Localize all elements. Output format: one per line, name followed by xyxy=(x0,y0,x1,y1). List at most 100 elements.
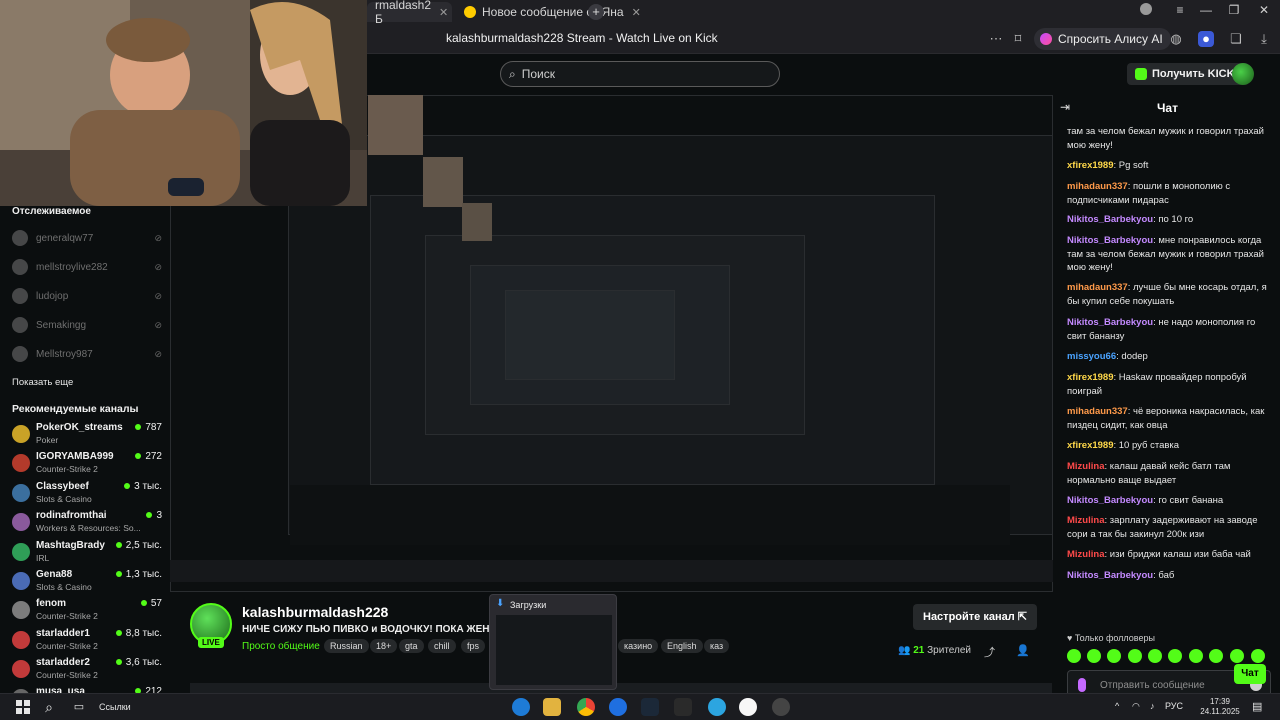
chat-username[interactable]: Nikitos_Barbekyou xyxy=(1067,214,1153,225)
emote-icon[interactable] xyxy=(1168,649,1182,663)
sidebar-item-recommended[interactable]: starladder1 Counter-Strike 2 8,8 тыс. xyxy=(12,628,162,656)
tab-message[interactable]: Новое сообщение от Яна ✕ xyxy=(456,2,649,22)
microphone-icon[interactable] xyxy=(1078,678,1086,692)
sidebar-item-recommended[interactable]: MashtagBrady IRL 2,5 тыс. xyxy=(12,540,162,568)
globe-icon[interactable]: ◍ xyxy=(1168,31,1184,47)
chat-message: xfirex1989: Pg soft xyxy=(1067,159,1273,173)
emote-icon[interactable] xyxy=(1230,649,1244,663)
steam-icon[interactable] xyxy=(641,698,659,716)
extension-icon[interactable]: ● xyxy=(1198,31,1214,47)
search-icon[interactable]: ⌕ xyxy=(40,698,58,716)
chat-username[interactable]: Nikitos_Barbekyou xyxy=(1067,495,1153,506)
user-avatar[interactable] xyxy=(1232,63,1254,85)
sidebar-item-recommended[interactable]: Gena88 Slots & Casino 1,3 тыс. xyxy=(12,569,162,597)
stream-tag[interactable]: каз xyxy=(704,639,730,653)
chat-username[interactable]: xfirex1989 xyxy=(1067,160,1113,171)
chat-username[interactable]: Nikitos_Barbekyou xyxy=(1067,317,1153,328)
chat-username[interactable]: mihadaun337 xyxy=(1067,406,1128,417)
emote-icon[interactable] xyxy=(1251,649,1265,663)
get-kicks-button[interactable]: Получить KICKs xyxy=(1127,63,1249,85)
file-explorer-icon[interactable] xyxy=(543,698,561,716)
emote-icon[interactable] xyxy=(1189,649,1203,663)
stream-tag[interactable]: English xyxy=(661,639,703,653)
maximize-icon[interactable]: ❐ xyxy=(1220,3,1248,17)
follow-user-icon[interactable]: 👤 xyxy=(1016,644,1030,657)
notifications-icon[interactable]: ≡ xyxy=(1166,3,1194,17)
emote-icon[interactable] xyxy=(1067,649,1081,663)
chrome-icon[interactable] xyxy=(577,698,595,716)
task-view-icon[interactable]: ▭ xyxy=(70,698,88,716)
chat-username[interactable]: xfirex1989 xyxy=(1067,372,1113,383)
epic-games-icon[interactable] xyxy=(674,698,692,716)
profile-icon[interactable] xyxy=(1133,3,1159,18)
sidebar-item-recommended[interactable]: PokerOK_streams Poker 787 xyxy=(12,422,162,450)
sidebar-item-recommended[interactable]: IGORYAMBA999 Counter-Strike 2 272 xyxy=(12,451,162,479)
chat-username[interactable]: mihadaun337 xyxy=(1067,282,1128,293)
stream-tag[interactable]: Russian xyxy=(324,639,369,653)
downloads-popup[interactable]: ⬇ Загрузки xyxy=(489,594,617,690)
alice-button[interactable]: Спросить Алису AI xyxy=(1034,28,1171,50)
search-input[interactable]: ⌕ Поиск xyxy=(500,61,780,87)
sidebar-item-recommended[interactable]: rodinafromthai Workers & Resources: So...… xyxy=(12,510,162,538)
minimize-icon[interactable]: — xyxy=(1192,3,1220,17)
downloads-icon[interactable]: ⤓ xyxy=(1256,31,1272,47)
emote-icon[interactable] xyxy=(1128,649,1142,663)
stream-tag[interactable]: chill xyxy=(428,639,456,653)
links-toolbar-label[interactable]: Ссылки xyxy=(99,702,131,712)
collapse-chat-icon[interactable]: ⇥ xyxy=(1060,100,1070,114)
stream-tag[interactable]: fps xyxy=(461,639,486,653)
chat-username[interactable]: mihadaun337 xyxy=(1067,181,1128,192)
chat-username[interactable]: Mizulina xyxy=(1067,549,1104,560)
telegram-icon[interactable] xyxy=(708,698,726,716)
more-icon[interactable]: ⋯ xyxy=(988,31,1004,47)
close-icon[interactable]: ✕ xyxy=(439,6,448,19)
sidebar-item-recommended[interactable]: musa_usa 212 xyxy=(12,686,162,693)
bookmark-icon[interactable]: ⌑ xyxy=(1010,31,1026,47)
sidebar-item-followed[interactable]: Semakingg ⊘ xyxy=(12,315,162,335)
emote-icon[interactable] xyxy=(1107,649,1121,663)
page-title[interactable]: kalashburmaldash228 Stream - Watch Live … xyxy=(446,31,718,45)
show-more-link[interactable]: Показать еще xyxy=(12,377,73,388)
chat-username[interactable]: xfirex1989 xyxy=(1067,440,1113,451)
avatar xyxy=(12,631,30,649)
notification-center-icon[interactable]: ▤ xyxy=(1252,700,1262,713)
collections-icon[interactable]: ❏ xyxy=(1228,31,1244,47)
tray-chevron-icon[interactable]: ^ xyxy=(1115,701,1119,711)
clock[interactable]: 17:39 24.11.2025 xyxy=(1200,697,1240,717)
sidebar-item-recommended[interactable]: starladder2 Counter-Strike 2 3,6 тыс. xyxy=(12,657,162,685)
edge-icon[interactable] xyxy=(512,698,530,716)
stream-category[interactable]: Просто общение xyxy=(242,641,320,652)
app-icon[interactable] xyxy=(772,698,790,716)
stream-tag[interactable]: казино xyxy=(618,639,659,653)
volume-icon[interactable]: ♪ xyxy=(1150,701,1155,711)
chat-username[interactable]: missyou66 xyxy=(1067,351,1116,362)
yandex-browser-icon[interactable] xyxy=(739,698,757,716)
sidebar-item-followed[interactable]: Mellstroy987 ⊘ xyxy=(12,344,162,364)
configure-channel-button[interactable]: Настройте канал ⇱ xyxy=(913,604,1037,630)
windows-start-icon[interactable] xyxy=(14,698,32,716)
sidebar-item-followed[interactable]: ludojop ⊘ xyxy=(12,286,162,306)
close-icon[interactable]: ✕ xyxy=(632,6,641,19)
window-close-icon[interactable]: ✕ xyxy=(1250,3,1278,17)
chat-username[interactable]: Mizulina xyxy=(1067,515,1104,526)
sidebar-item-followed[interactable]: mellstroylive282 ⊘ xyxy=(12,257,162,277)
sidebar-item-followed[interactable]: generalqw77 ⊘ xyxy=(12,228,162,248)
new-tab-button[interactable]: + xyxy=(588,4,604,20)
wifi-icon[interactable]: ◠ xyxy=(1132,701,1140,712)
tab-stream[interactable]: rmaldash2 Б ✕ xyxy=(367,0,452,26)
stream-tag[interactable]: gta xyxy=(399,639,424,653)
emote-icon[interactable] xyxy=(1209,649,1223,663)
chat-username[interactable]: Nikitos_Barbekyou xyxy=(1067,570,1153,581)
share-icon[interactable]: ⤴ xyxy=(984,644,995,660)
stream-tag[interactable]: 18+ xyxy=(370,639,398,653)
emote-icon[interactable] xyxy=(1087,649,1101,663)
app-icon[interactable] xyxy=(609,698,627,716)
emote-icon[interactable] xyxy=(1148,649,1162,663)
chat-send-button[interactable]: Чат xyxy=(1234,664,1266,684)
channel-name[interactable]: kalashburmaldash228 xyxy=(242,604,388,620)
language-indicator[interactable]: РУС xyxy=(1165,701,1183,711)
chat-username[interactable]: Mizulina xyxy=(1067,461,1104,472)
sidebar-item-recommended[interactable]: Classybeef Slots & Casino 3 тыс. xyxy=(12,481,162,509)
sidebar-item-recommended[interactable]: fenom Counter-Strike 2 57 xyxy=(12,598,162,626)
chat-username[interactable]: Nikitos_Barbekyou xyxy=(1067,235,1153,246)
